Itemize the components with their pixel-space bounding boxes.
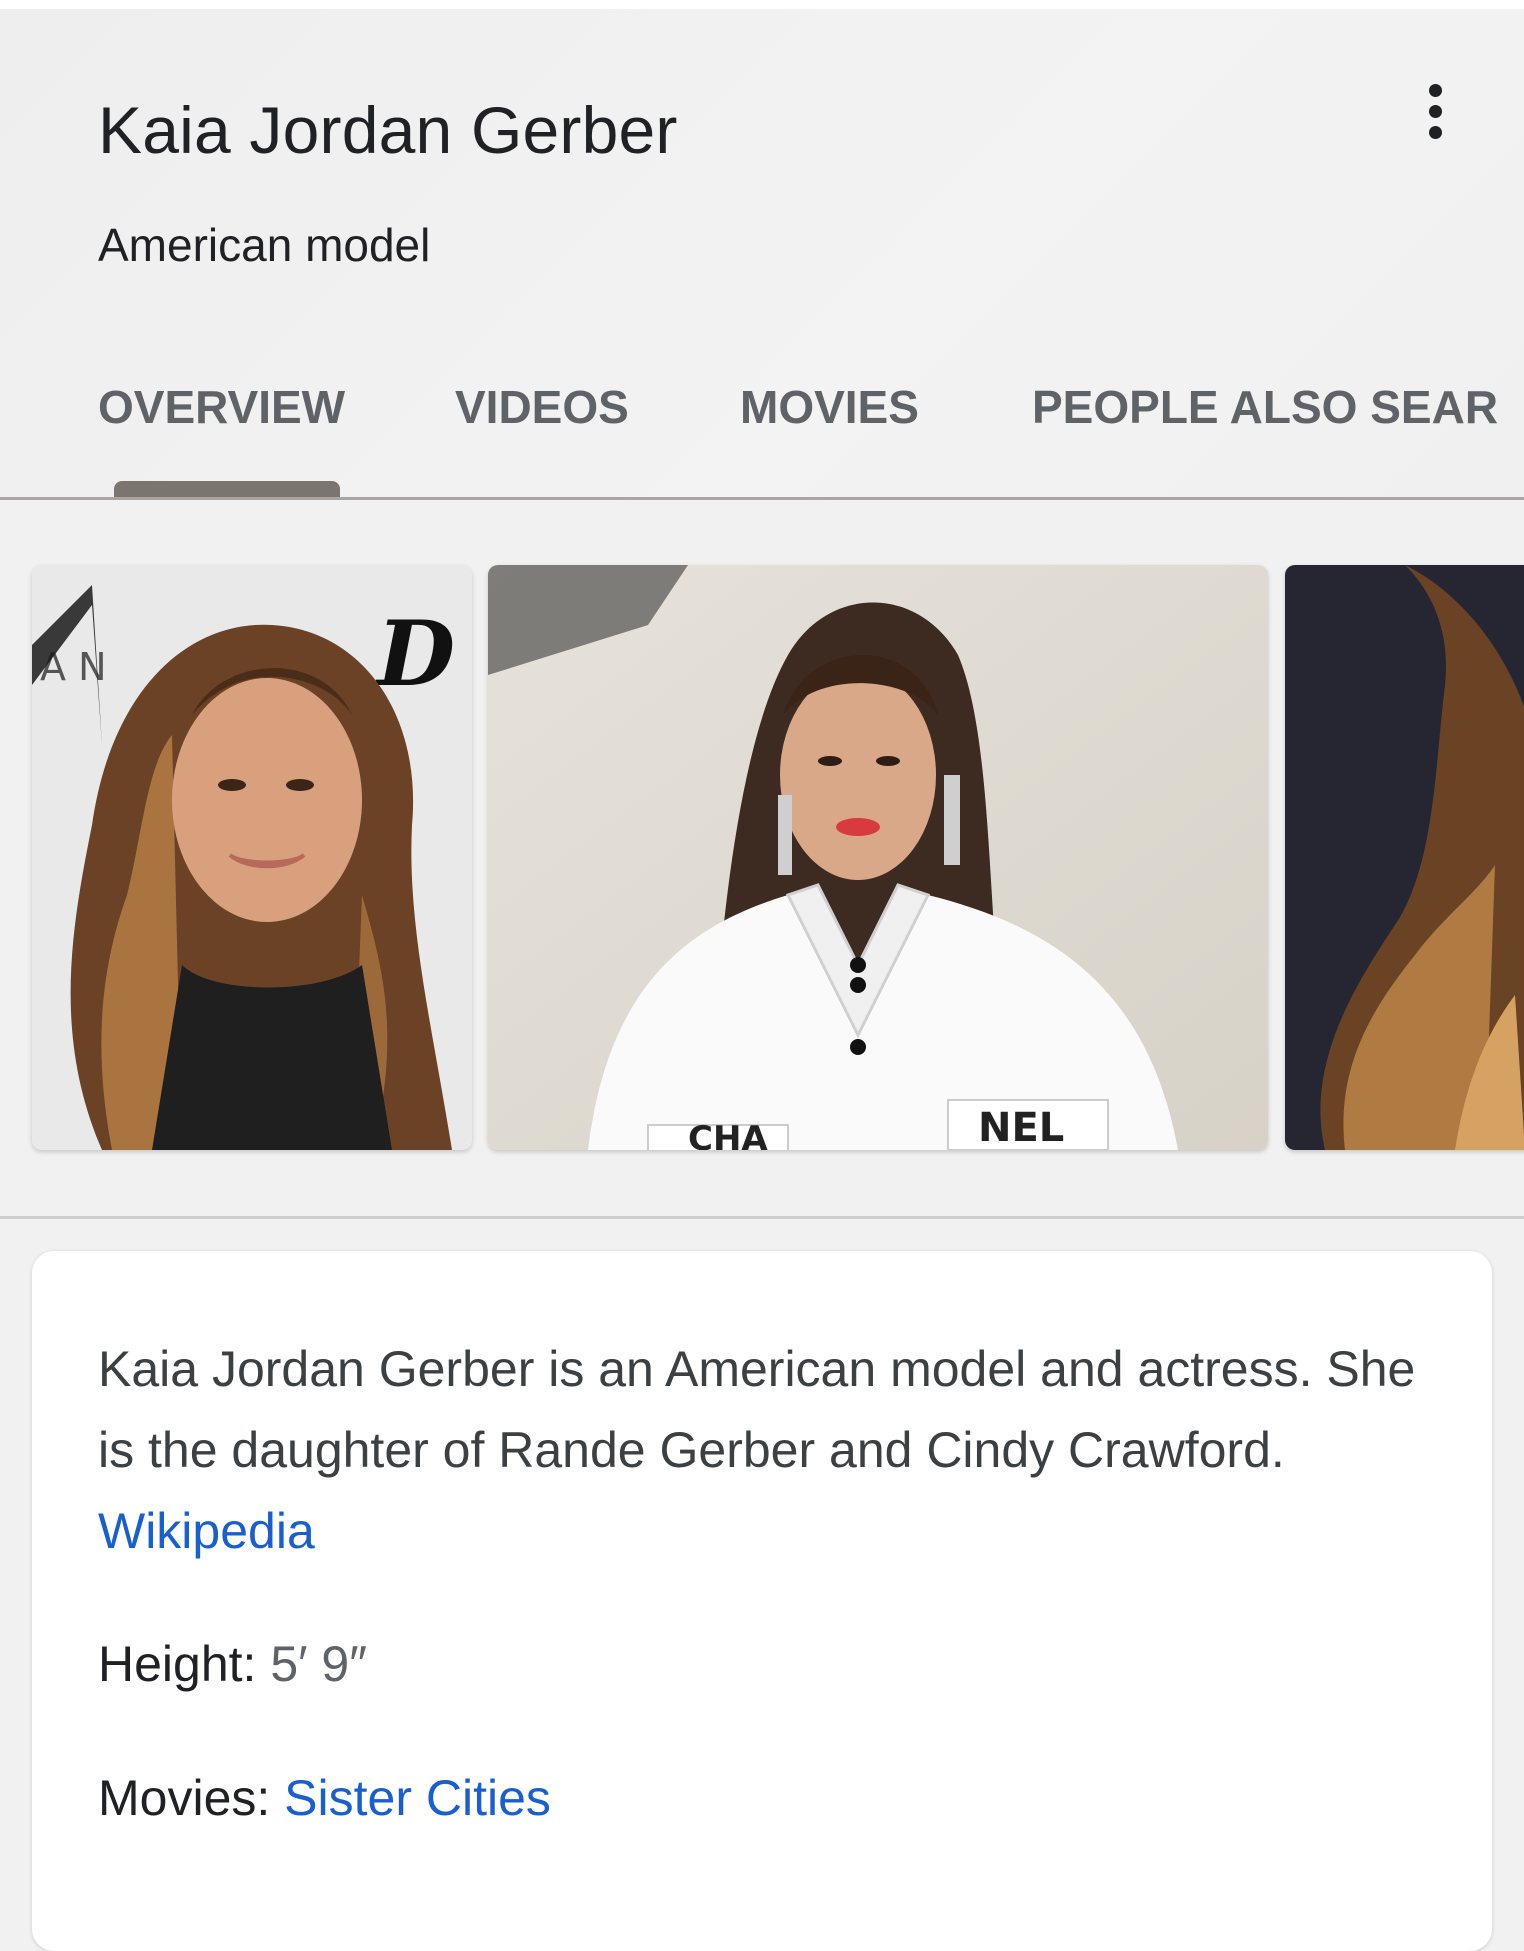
more-dot [1429,126,1442,139]
knowledge-panel-header: Kaia Jordan Gerber American model OVERVI… [0,0,1524,500]
top-edge [0,0,1524,9]
description-text: Kaia Jordan Gerber is an American model … [98,1329,1438,1572]
fact-movies-link[interactable]: Sister Cities [284,1770,551,1826]
more-dot [1429,105,1442,118]
tab-people-also-search[interactable]: PEOPLE ALSO SEAR [1032,380,1498,434]
fact-height-label: Height: [98,1636,257,1692]
more-vert-icon[interactable] [1404,78,1464,146]
shirt-tag-left: CHA [688,1119,768,1150]
shirt-tag-right: NEL [978,1105,1064,1150]
fact-height: Height: 5′ 9″ [98,1635,367,1693]
photo-2-image: CHA NEL [488,565,1268,1150]
photo-3-image [1285,565,1524,1150]
photo-1-image: A N D [32,565,472,1150]
svg-text:D: D [374,601,455,707]
tab-videos[interactable]: VIDEOS [455,380,629,434]
fact-movies: Movies: Sister Cities [98,1769,551,1827]
photo-strip-divider [0,1216,1524,1219]
entity-title: Kaia Jordan Gerber [98,93,678,167]
photo-2[interactable]: CHA NEL [488,565,1268,1150]
description-card: Kaia Jordan Gerber is an American model … [32,1251,1492,1951]
tab-movies[interactable]: MOVIES [740,380,919,434]
entity-subtitle: American model [98,219,431,271]
description-body: Kaia Jordan Gerber is an American model … [98,1341,1416,1478]
fact-movies-label: Movies: [98,1770,271,1826]
tab-bar: OVERVIEW VIDEOS MOVIES PEOPLE ALSO SEAR [0,380,1524,442]
more-dot [1429,84,1442,97]
photo-1[interactable]: A N D [32,565,472,1150]
photo-3[interactable] [1285,565,1524,1150]
tab-selected-indicator [114,481,340,498]
tab-overview[interactable]: OVERVIEW [98,380,345,434]
wikipedia-link[interactable]: Wikipedia [98,1503,315,1559]
fact-height-value: 5′ 9″ [270,1636,367,1692]
